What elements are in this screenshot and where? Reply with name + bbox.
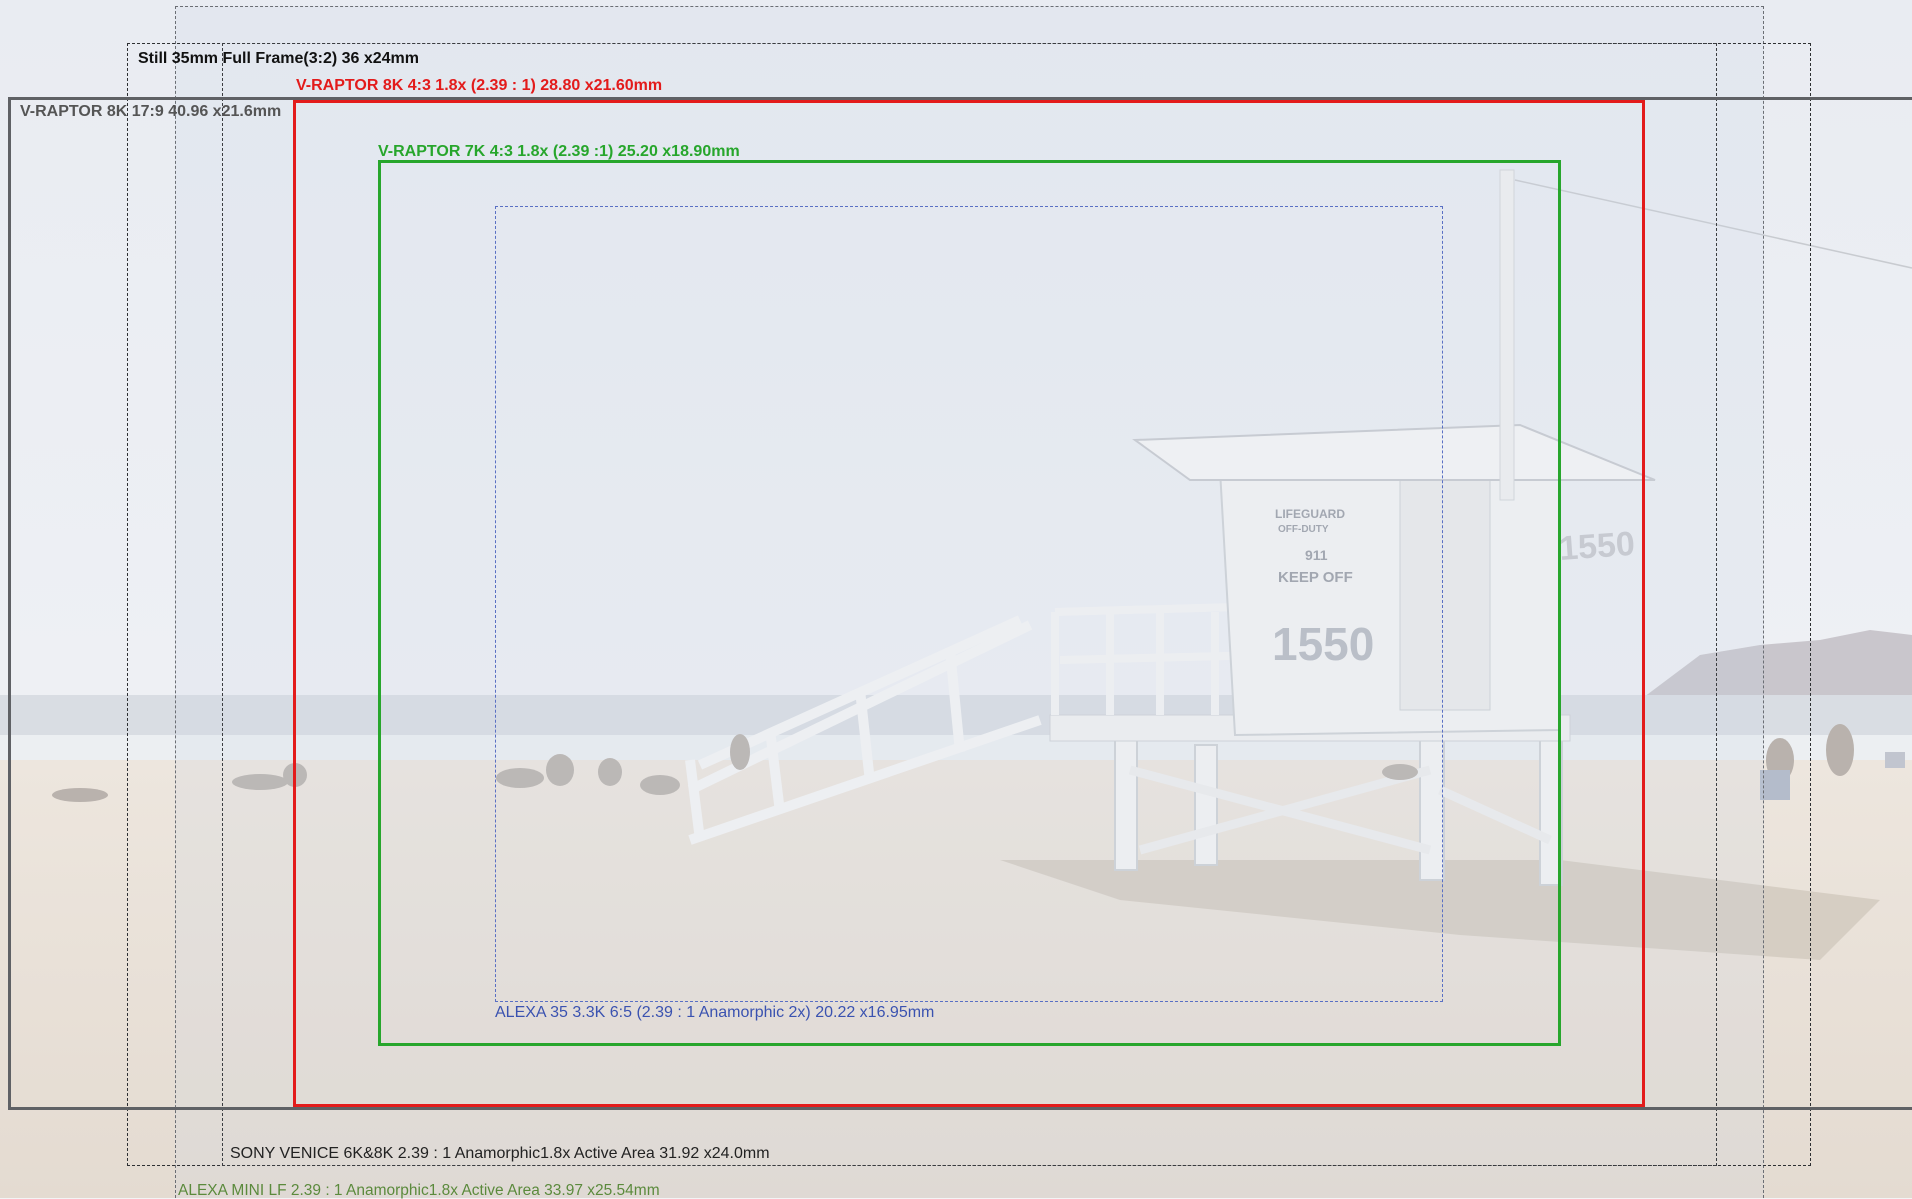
label-vraptor-8k-4-3: V-RAPTOR 8K 4:3 1.8x (2.39 : 1) 28.80 x2… (296, 77, 663, 94)
label-sony-venice: SONY VENICE 6K&8K 2.39 : 1 Anamorphic1.8… (230, 1145, 770, 1162)
label-alexa-35: ALEXA 35 3.3K 6:5 (2.39 : 1 Anamorphic 2… (495, 1004, 935, 1021)
sensor-format-comparison: LIFEGUARD OFF-DUTY 911 KEEP OFF 1550 155… (0, 0, 1912, 1198)
frame-alexa-35 (495, 206, 1443, 1002)
label-alexa-mini-lf: ALEXA MINI LF 2.39 : 1 Anamorphic1.8x Ac… (178, 1182, 660, 1199)
label-vraptor-8k-17-9: V-RAPTOR 8K 17:9 40.96 x21.6mm (20, 103, 282, 120)
label-vraptor-7k-4-3: V-RAPTOR 7K 4:3 1.8x (2.39 :1) 25.20 x18… (378, 143, 740, 160)
